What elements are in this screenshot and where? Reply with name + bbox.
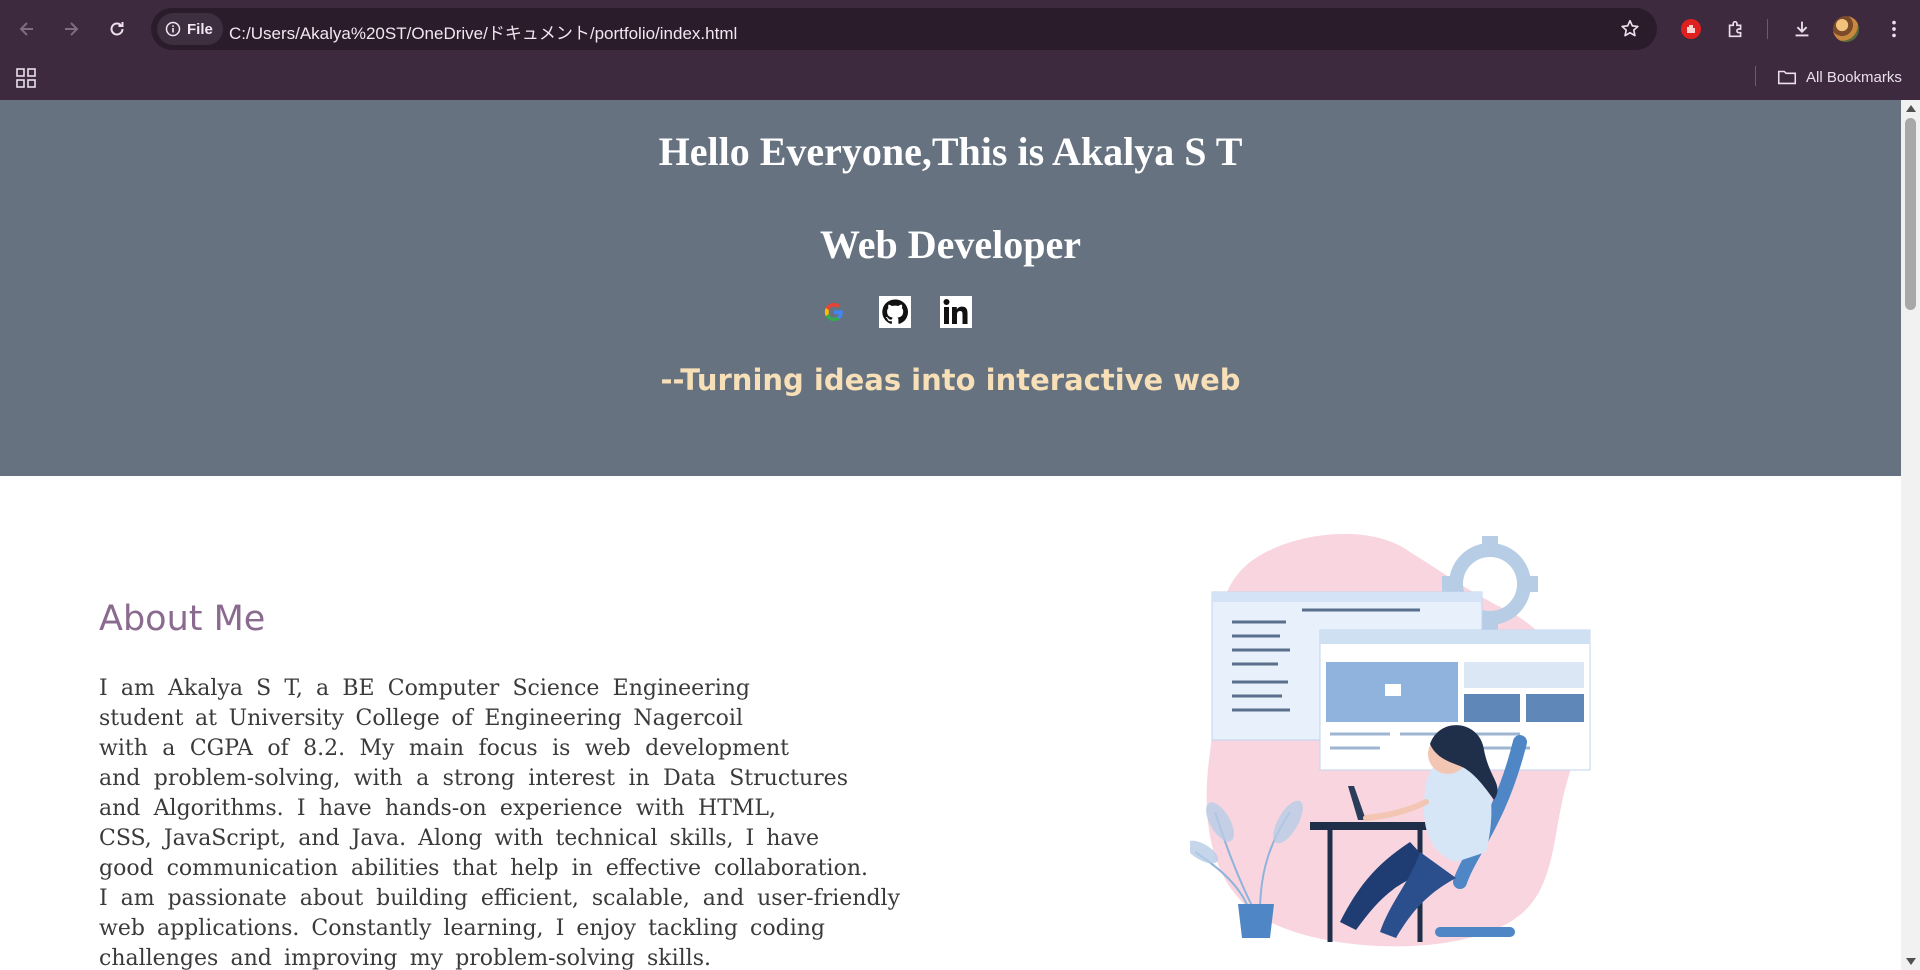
hero-title: Hello Everyone,This is Akalya S T	[658, 129, 1243, 174]
info-icon	[165, 21, 181, 37]
about-line: web applications. Constantly learning, I…	[99, 916, 825, 941]
extension-adblock-icon[interactable]	[1677, 15, 1705, 43]
scrollbar-thumb[interactable]	[1905, 118, 1916, 310]
about-line: with a CGPA of 8.2. My main focus is web…	[99, 736, 789, 761]
developer-illustration	[1190, 533, 1591, 947]
browser-chrome: File C:/Users/Akalya%20ST/OneDrive/ドキュメン…	[0, 0, 1920, 100]
bookmark-star-icon[interactable]	[1619, 18, 1641, 40]
arrow-left-icon	[19, 22, 33, 36]
address-bar[interactable]: File C:/Users/Akalya%20ST/OneDrive/ドキュメン…	[151, 8, 1657, 50]
linkedin-icon[interactable]	[940, 296, 972, 328]
arrow-right-icon	[65, 22, 79, 36]
back-button[interactable]	[11, 13, 43, 45]
profile-avatar[interactable]	[1833, 16, 1859, 42]
about-line: student at University College of Enginee…	[99, 706, 743, 731]
bookmarks-bar: All Bookmarks	[0, 58, 1920, 100]
site-info-chip[interactable]: File	[157, 13, 223, 45]
about-line: CSS, JavaScript, and Java. Along with te…	[99, 826, 819, 851]
all-bookmarks-label: All Bookmarks	[1806, 68, 1902, 86]
reload-button[interactable]	[101, 13, 133, 45]
file-chip-label: File	[187, 20, 213, 38]
about-line: I am passionate about building efficient…	[99, 886, 900, 911]
github-icon[interactable]	[879, 296, 911, 328]
page-viewport: Hello Everyone,This is Akalya S T Web De…	[0, 100, 1901, 970]
scroll-up-arrow-icon[interactable]	[1906, 105, 1916, 112]
reload-icon	[110, 22, 124, 36]
hero-tagline: --Turning ideas into interactive web	[660, 363, 1241, 397]
scroll-down-arrow-icon[interactable]	[1906, 958, 1916, 965]
folder-icon	[1777, 70, 1797, 85]
apps-grid-icon[interactable]	[14, 66, 38, 90]
browser-toolbar: File C:/Users/Akalya%20ST/OneDrive/ドキュメン…	[0, 0, 1920, 58]
google-icon[interactable]	[818, 296, 850, 328]
about-line: good communication abilities that help i…	[99, 856, 868, 881]
about-line: and Algorithms. I have hands-on experien…	[99, 796, 776, 821]
social-links	[818, 296, 972, 328]
about-line: challenges and improving my problem-solv…	[99, 946, 711, 970]
download-icon[interactable]	[1788, 15, 1816, 43]
hero-section: Hello Everyone,This is Akalya S T Web De…	[0, 100, 1901, 476]
hero-role: Web Developer	[819, 222, 1082, 267]
toolbar-divider	[1767, 19, 1768, 39]
all-bookmarks-button[interactable]: All Bookmarks	[1776, 64, 1902, 90]
forward-button[interactable]	[55, 13, 87, 45]
extensions-puzzle-icon[interactable]	[1722, 15, 1750, 43]
about-heading: About Me	[99, 599, 266, 639]
about-paragraph: I am Akalya S T, a BE Computer Science E…	[99, 674, 900, 970]
url-text[interactable]: C:/Users/Akalya%20ST/OneDrive/ドキュメント/por…	[229, 19, 737, 44]
bookmarks-divider	[1755, 66, 1756, 86]
menu-kebab-icon[interactable]	[1880, 15, 1908, 43]
about-line: I am Akalya S T, a BE Computer Science E…	[99, 676, 750, 701]
about-line: and problem-solving, with a strong inter…	[99, 766, 848, 791]
page-scrollbar[interactable]	[1901, 100, 1920, 970]
